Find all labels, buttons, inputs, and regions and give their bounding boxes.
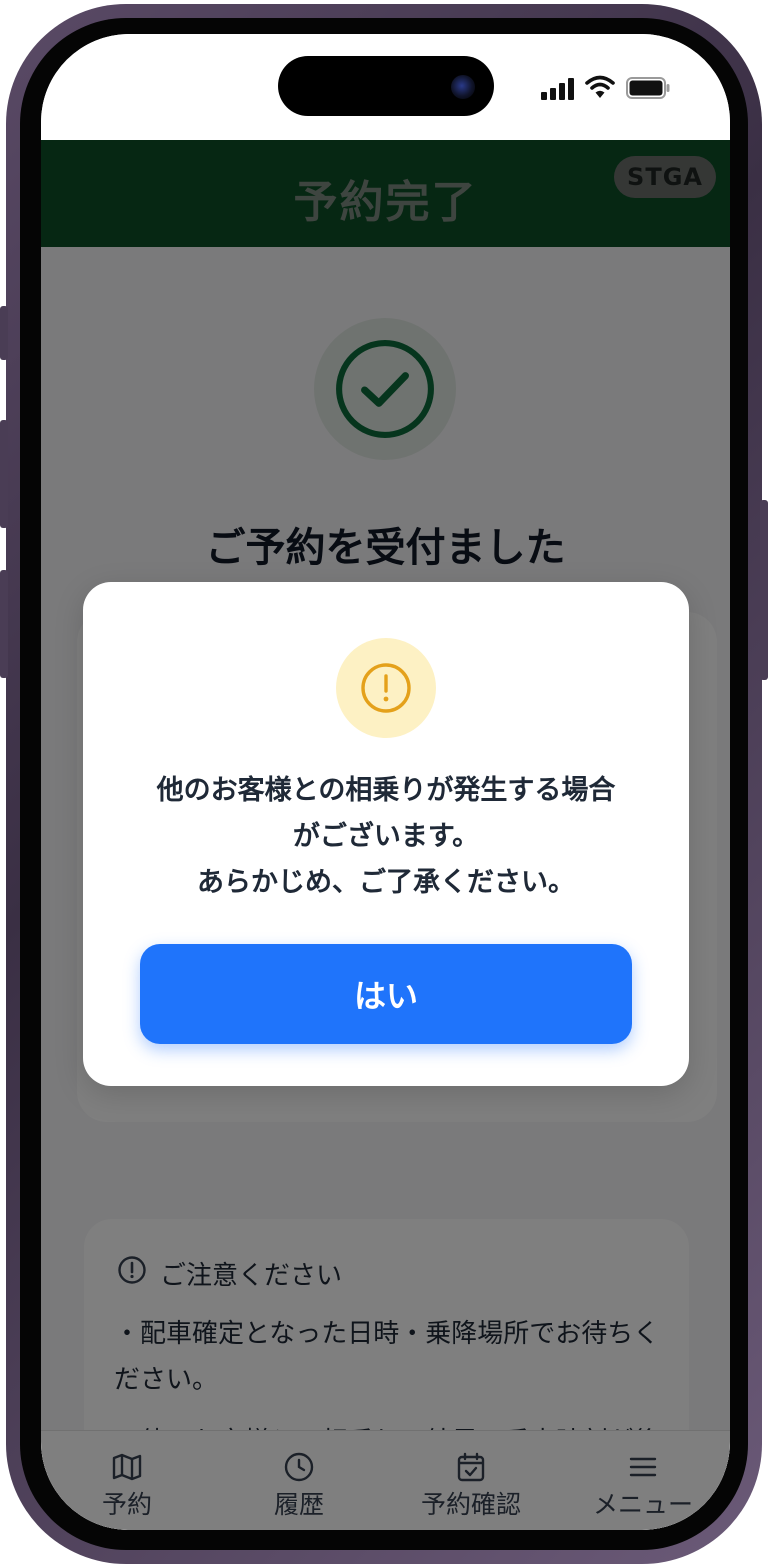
screen: 予約完了 STGA ご予約を受付ました ご注意ください ・配車確定となった日時・… <box>41 34 730 1530</box>
side-button-volume-up <box>0 420 8 528</box>
status-bar <box>41 34 730 140</box>
side-button-action <box>0 306 8 360</box>
side-button-power <box>760 500 768 680</box>
dialog-message-line: がございます。 <box>292 821 480 852</box>
cellular-signal-icon <box>541 78 577 100</box>
warning-circle-icon <box>361 663 411 713</box>
battery-icon <box>626 77 670 99</box>
wifi-icon <box>585 75 615 98</box>
confirm-yes-button[interactable]: はい <box>140 944 632 1044</box>
dialog-message-line: 他のお客様との相乗りが発生する場合 <box>156 775 616 806</box>
camera-icon <box>451 75 475 99</box>
confirmation-dialog: 他のお客様との相乗りが発生する場合 がございます。 あらかじめ、ご了承ください。… <box>83 582 689 1086</box>
dialog-message-line: あらかじめ、ご了承ください。 <box>197 867 575 898</box>
dialog-message: 他のお客様との相乗りが発生する場合 がございます。 あらかじめ、ご了承ください。 <box>103 768 669 906</box>
side-button-volume-down <box>0 570 8 678</box>
